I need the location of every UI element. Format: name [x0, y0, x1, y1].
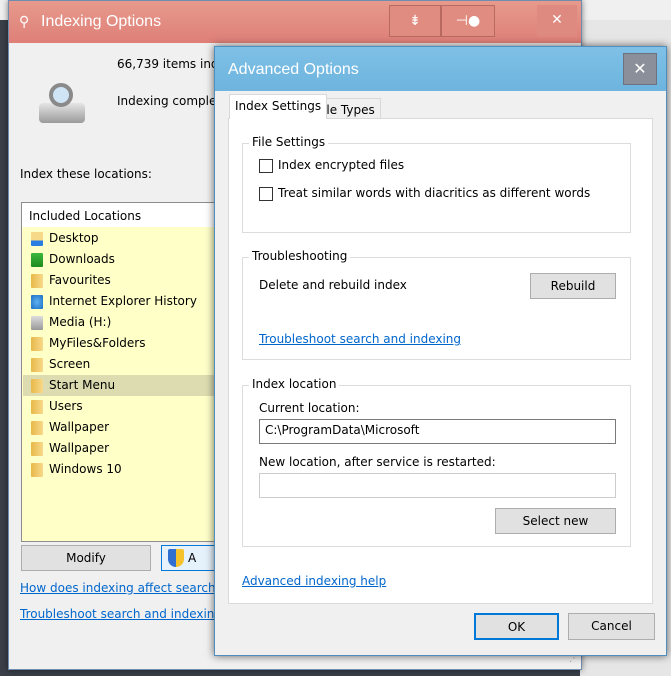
downloads-icon — [31, 253, 43, 267]
location-item[interactable]: Users — [23, 396, 214, 417]
favourites-folder-icon — [31, 274, 43, 288]
index-location-group: Index location Current location: C:\Prog… — [242, 377, 631, 547]
select-new-button[interactable]: Select new — [495, 508, 616, 534]
uac-shield-icon — [168, 549, 184, 567]
folder-icon — [31, 358, 43, 372]
locations-list[interactable]: Included Locations Desktop Downloads Favou… — [21, 202, 221, 542]
encrypt-checkbox[interactable] — [259, 159, 273, 173]
location-label: Media (H:) — [49, 315, 112, 329]
location-item[interactable]: Favourites — [23, 270, 214, 291]
location-item[interactable]: Media (H:) — [23, 312, 214, 333]
location-item[interactable]: Windows 10 — [23, 459, 214, 480]
troubleshoot-link[interactable]: Troubleshoot search and indexing — [20, 607, 222, 621]
internet-explorer-icon — [31, 295, 43, 309]
rollup-icon[interactable]: ⇟ — [389, 5, 441, 37]
folder-icon — [31, 463, 43, 477]
location-item[interactable]: Wallpaper — [23, 438, 214, 459]
group-title: Troubleshooting — [249, 249, 351, 263]
location-item[interactable]: MyFiles&Folders — [23, 333, 214, 354]
location-label: Windows 10 — [49, 462, 122, 476]
close-icon[interactable]: ✕ — [537, 5, 577, 37]
group-title: Index location — [249, 377, 340, 391]
folder-icon — [31, 379, 43, 393]
cancel-button[interactable]: Cancel — [568, 613, 655, 640]
location-item[interactable]: Downloads — [23, 249, 214, 270]
drive-icon — [31, 316, 43, 330]
location-label: Screen — [49, 357, 91, 371]
location-item[interactable]: Start Menu — [23, 375, 214, 396]
rebuild-label: Rebuild — [550, 279, 596, 293]
location-label: Internet Explorer History — [49, 294, 197, 308]
indexing-icon: ⚲ — [19, 14, 30, 30]
modify-button[interactable]: Modify — [21, 545, 151, 571]
advanced-button[interactable]: A — [161, 545, 221, 571]
location-label: Desktop — [49, 231, 99, 245]
select-new-label: Select new — [522, 514, 589, 528]
close-icon[interactable]: ✕ — [623, 53, 657, 85]
location-item[interactable]: Screen — [23, 354, 214, 375]
folder-icon — [31, 442, 43, 456]
troubleshoot-link[interactable]: Troubleshoot search and indexing — [259, 332, 461, 346]
location-label: Start Menu — [49, 378, 116, 392]
encrypt-label: Index encrypted files — [278, 158, 405, 172]
how-indexing-affects-link[interactable]: How does indexing affect searche — [20, 581, 223, 595]
location-item[interactable]: Wallpaper — [23, 417, 214, 438]
current-location-field[interactable]: C:\ProgramData\Microsoft — [259, 419, 616, 444]
location-item[interactable]: Internet Explorer History — [23, 291, 214, 312]
troubleshooting-group: Troubleshooting Delete and rebuild index… — [242, 249, 631, 360]
rebuild-button[interactable]: Rebuild — [530, 273, 616, 299]
indexing-drive-icon — [39, 81, 87, 127]
advanced-label: A — [188, 551, 197, 565]
tab-index-settings[interactable]: Index Settings — [229, 94, 328, 119]
current-location-label: Current location: — [259, 401, 360, 415]
dialog-title: Advanced Options — [228, 61, 359, 78]
location-label: Favourites — [49, 273, 111, 287]
file-settings-group: File Settings Index encrypted files Trea… — [242, 135, 631, 233]
modify-label: Modify — [66, 551, 106, 565]
folder-icon — [31, 337, 43, 351]
cancel-label: Cancel — [591, 619, 632, 633]
new-location-field[interactable] — [259, 473, 616, 498]
folder-icon — [31, 400, 43, 414]
tab-panel: File Settings Index encrypted files Trea… — [228, 118, 653, 604]
title-bar[interactable]: Advanced Options ✕ — [215, 47, 666, 91]
delete-rebuild-label: Delete and rebuild index — [259, 278, 407, 292]
advanced-indexing-help-link[interactable]: Advanced indexing help — [242, 574, 386, 588]
location-label: MyFiles&Folders — [49, 336, 146, 350]
location-label: Wallpaper — [49, 441, 110, 455]
folder-icon — [31, 421, 43, 435]
diacritics-checkbox[interactable] — [259, 187, 273, 201]
desktop-folder-icon — [31, 232, 43, 246]
diacritics-label: Treat similar words with diacritics as d… — [278, 186, 591, 200]
advanced-options-dialog: Advanced Options ✕ File Types File Setti… — [214, 46, 667, 656]
close-glyph: ✕ — [633, 59, 647, 78]
index-locations-label: Index these locations: — [20, 167, 152, 181]
indexing-status-text: Indexing complet — [117, 94, 222, 108]
group-title: File Settings — [249, 135, 329, 149]
tab-label: Index Settings — [235, 99, 322, 113]
new-location-label: New location, after service is restarted… — [259, 455, 496, 469]
ok-label: OK — [507, 620, 526, 634]
ok-button[interactable]: OK — [474, 613, 559, 640]
location-label: Wallpaper — [49, 420, 110, 434]
location-label: Downloads — [49, 252, 115, 266]
pin-icon[interactable]: ⊣● — [441, 5, 495, 37]
title-bar[interactable]: ⚲ Indexing Options ⇟ ⊣● ✕ — [9, 1, 581, 43]
window-title: Indexing Options — [41, 13, 162, 30]
list-header: Included Locations — [22, 203, 220, 227]
location-item[interactable]: Desktop — [23, 228, 214, 249]
location-label: Users — [49, 399, 83, 413]
items-indexed-text: 66,739 items ind — [117, 57, 219, 71]
